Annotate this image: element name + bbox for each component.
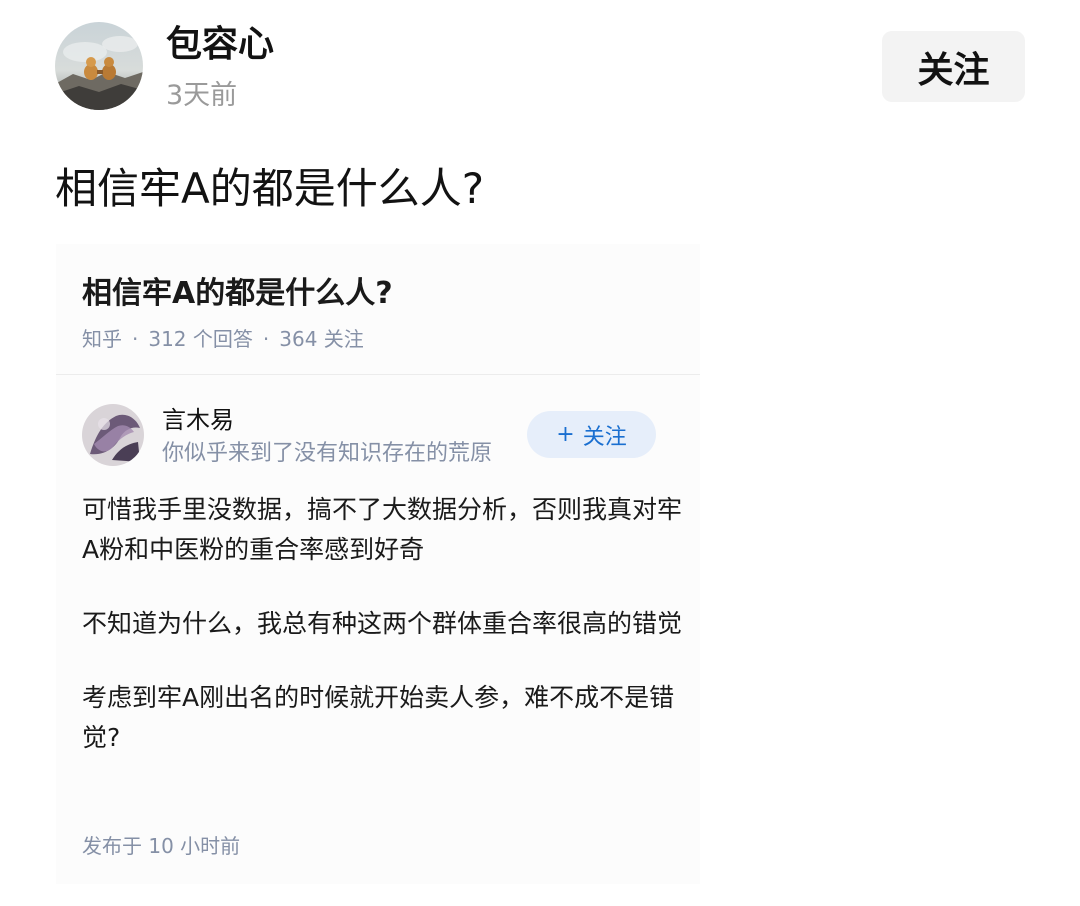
post-time: 3天前 [166,80,238,111]
question-title: 相信牢A的都是什么人? [82,276,393,311]
answer-count: 312 个回答 [148,327,253,351]
answerer-follow-button: + 关注 [527,411,656,458]
follow-button[interactable]: 关注 [882,31,1025,102]
question-header: 相信牢A的都是什么人? 知乎 · 312 个回答 · 364 关注 [56,244,700,375]
plus-icon: + [556,422,575,447]
answerer-name: 言木易 [162,406,234,434]
answerer-avatar [82,404,144,466]
post-title: 相信牢A的都是什么人? [55,164,485,213]
meta-separator: · [132,327,139,351]
meta-separator: · [262,327,270,351]
answer-body: 可惜我手里没数据，搞不了大数据分析，否则我真对牢A粉和中医粉的重合率感到好奇 不… [82,490,682,792]
answer-paragraph: 不知道为什么，我总有种这两个群体重合率很高的错觉 [82,609,683,638]
answerer-follow-label: 关注 [582,424,627,450]
embedded-screenshot-card[interactable]: 相信牢A的都是什么人? 知乎 · 312 个回答 · 364 关注 言木易 你似乎来到了… [56,244,700,884]
question-meta: 知乎 · 312 个回答 · 364 关注 [82,325,364,353]
answerer-avatar-image [82,404,144,466]
answer-paragraph: 考虑到牢A刚出名的时候就开始卖人参，难不成不是错觉? [82,683,675,752]
author-avatar-image [55,22,143,110]
answer-paragraph: 可惜我手里没数据，搞不了大数据分析，否则我真对牢A粉和中医粉的重合率感到好奇 [82,495,683,564]
question-source: 知乎 [82,327,122,351]
author-name[interactable]: 包容心 [166,22,274,68]
author-avatar[interactable] [55,22,143,110]
answerer-bio: 你似乎来到了没有知识存在的荒原 [162,441,493,466]
follower-count: 364 关注 [279,327,364,351]
answer-published-time: 发布于 10 小时前 [82,834,241,858]
